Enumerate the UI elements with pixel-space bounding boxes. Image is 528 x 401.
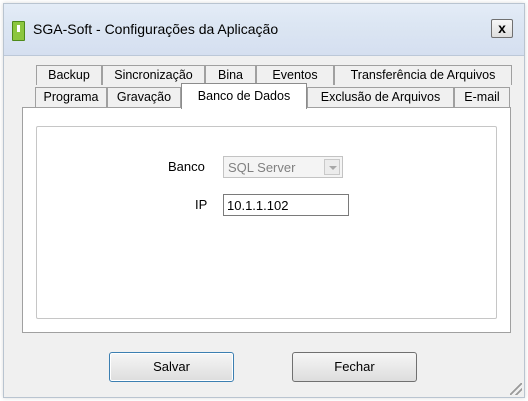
groupbox	[36, 126, 497, 319]
tab-email[interactable]: E-mail	[454, 87, 510, 107]
window-title: SGA-Soft - Configurações da Aplicação	[33, 21, 279, 37]
chevron-down-icon[interactable]	[324, 159, 340, 175]
close-button[interactable]: Fechar	[292, 352, 417, 382]
banco-select[interactable]: SQL Server	[223, 156, 343, 178]
app-icon	[12, 21, 25, 41]
ip-input[interactable]	[223, 194, 349, 216]
tab-gravacao[interactable]: Gravação	[107, 87, 181, 107]
tab-transferencia-de-arquivos[interactable]: Transferência de Arquivos	[334, 65, 512, 85]
tab-programa[interactable]: Programa	[35, 87, 107, 107]
save-button[interactable]: Salvar	[109, 352, 234, 382]
close-icon[interactable]: x	[491, 19, 513, 38]
tab-bina[interactable]: Bina	[205, 65, 256, 85]
tab-sincronizacao[interactable]: Sincronização	[102, 65, 205, 85]
tab-exclusao-de-arquivos[interactable]: Exclusão de Arquivos	[307, 87, 454, 107]
settings-dialog: SGA-Soft - Configurações da Aplicação x …	[3, 3, 525, 398]
title-bar[interactable]: SGA-Soft - Configurações da Aplicação x	[4, 4, 524, 56]
resize-grip-icon[interactable]	[510, 383, 522, 395]
tab-banco-de-dados[interactable]: Banco de Dados	[181, 83, 307, 109]
tab-row-2: Programa Gravação Banco de Dados Exclusã…	[4, 83, 524, 109]
tab-panel-banco-de-dados: Banco SQL Server IP	[22, 107, 511, 333]
tab-backup[interactable]: Backup	[36, 65, 102, 85]
banco-select-value: SQL Server	[228, 160, 296, 175]
banco-label: Banco	[168, 159, 205, 174]
tab-eventos[interactable]: Eventos	[256, 65, 334, 85]
ip-label: IP	[195, 197, 208, 212]
tab-row-1: Backup Sincronização Bina Eventos Transf…	[4, 65, 524, 85]
